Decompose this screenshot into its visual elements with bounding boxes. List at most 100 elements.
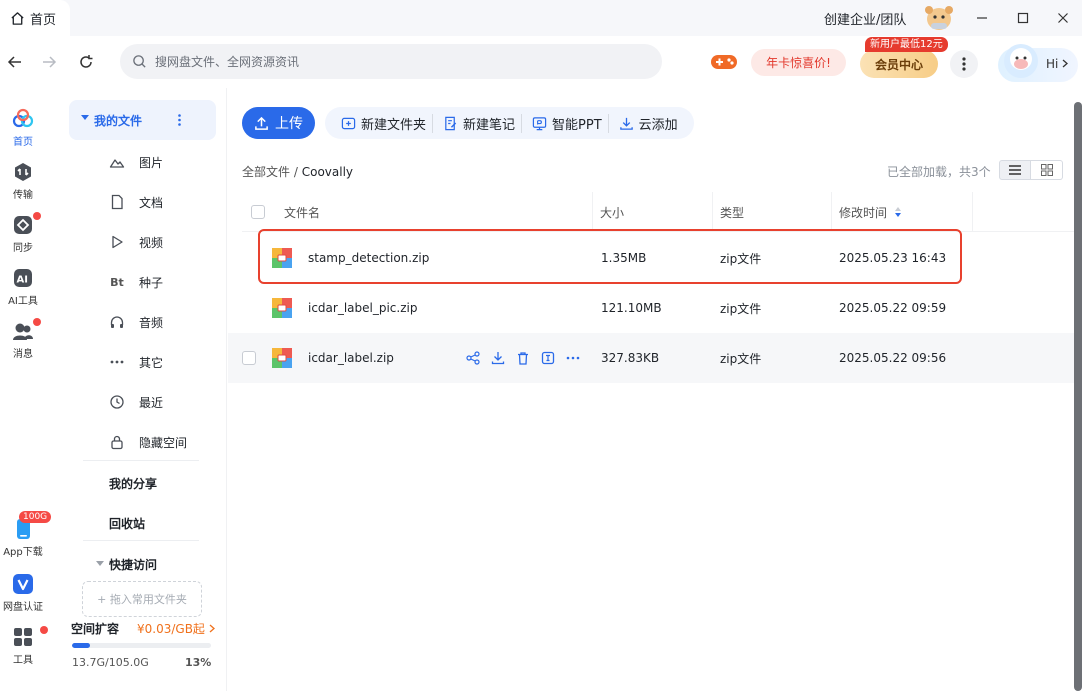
search-box[interactable] — [120, 44, 662, 79]
nav-item-hidden-space[interactable]: 隐藏空间 — [109, 432, 187, 452]
ai-icon: AI — [14, 269, 32, 287]
table-header: 文件名 大小 类型 修改时间 — [242, 192, 1074, 232]
user-profile[interactable]: Hi — [998, 44, 1078, 82]
nav-item-label: 图片 — [139, 155, 164, 170]
upload-button[interactable]: 上传 — [242, 107, 315, 139]
annual-card-promo[interactable]: 年卡惊喜价! — [751, 49, 846, 76]
new-folder-button[interactable]: 新建文件夹 — [335, 114, 432, 133]
grid-view-button[interactable] — [1031, 160, 1063, 180]
mascot-icon[interactable] — [923, 4, 955, 32]
nav-item-images[interactable]: 图片 — [109, 152, 163, 172]
rename-icon[interactable] — [541, 351, 555, 365]
document-icon — [109, 194, 125, 210]
storage-expand-price[interactable]: ¥0.03/GB起 — [137, 620, 215, 637]
rail-label: 同步 — [13, 243, 33, 254]
minimize-icon — [977, 17, 987, 19]
refresh-button[interactable] — [75, 51, 97, 73]
more-vertical-icon[interactable] — [178, 114, 181, 126]
column-header-name[interactable]: 文件名 — [284, 192, 320, 232]
create-team-link[interactable]: 创建企业/团队 — [824, 9, 906, 28]
rail-item-ai-tools[interactable]: AI AI工具 — [0, 267, 46, 307]
tab-home[interactable]: 首页 — [0, 0, 70, 36]
file-name[interactable]: stamp_detection.zip — [308, 233, 429, 283]
column-divider[interactable] — [712, 192, 713, 232]
rail-item-app-download[interactable]: App下载 100G — [0, 511, 52, 558]
list-view-button[interactable] — [999, 160, 1031, 180]
grid-icon — [1040, 164, 1053, 176]
gamepad-icon[interactable] — [710, 52, 738, 72]
load-status: 已全部加载，共3个 — [887, 165, 991, 179]
quick-access-drop-zone[interactable]: + 拖入常用文件夹 — [82, 581, 202, 617]
play-icon — [109, 234, 125, 250]
more-button[interactable] — [950, 50, 978, 78]
smart-ppt-button[interactable]: 智能PPT — [521, 113, 608, 133]
minimize-button[interactable] — [970, 6, 994, 30]
back-button[interactable] — [4, 51, 26, 73]
caret-down-icon — [81, 115, 89, 120]
nav-item-audio[interactable]: 音频 — [109, 312, 163, 332]
rail-item-home[interactable]: 首页 — [0, 108, 46, 148]
storage-used-text: 13.7G/105.0G — [72, 656, 149, 669]
rail-item-sync[interactable]: 同步 — [0, 212, 46, 254]
checkbox[interactable] — [251, 205, 265, 219]
column-divider[interactable] — [592, 192, 593, 232]
rail-item-tools[interactable]: 工具 — [0, 626, 48, 666]
nav-item-label: 音频 — [139, 315, 164, 330]
rail-item-verify[interactable]: 网盘认证 — [0, 573, 46, 613]
table-row[interactable]: stamp_detection.zip 1.35MB zip文件 2025.05… — [228, 233, 1074, 283]
vip-center-button[interactable]: 会员中心 — [860, 50, 938, 78]
search-input[interactable] — [155, 54, 635, 69]
left-rail: 首页 传输 同步 AI AI工具 消息 App下载 100G 网盘认证 工具 — [0, 88, 56, 691]
new-folder-label: 新建文件夹 — [361, 117, 427, 133]
more-horizontal-icon[interactable] — [566, 351, 580, 365]
table-row[interactable]: icdar_label.zip 327.83KB zip文件 2025.05.2… — [228, 333, 1074, 383]
trash-icon[interactable] — [516, 351, 530, 365]
row-actions — [466, 333, 580, 383]
nav-item-recycle-bin[interactable]: 回收站 — [109, 515, 145, 532]
column-header-size[interactable]: 大小 — [600, 192, 624, 232]
smart-ppt-label: 智能PPT — [552, 117, 602, 133]
divider — [83, 540, 199, 541]
scrollbar[interactable] — [1074, 102, 1082, 691]
storage-expand-title[interactable]: 空间扩容 — [71, 620, 119, 637]
column-divider[interactable] — [831, 192, 832, 232]
nav-item-videos[interactable]: 视频 — [109, 232, 163, 252]
column-header-type[interactable]: 类型 — [720, 192, 744, 232]
nav-item-label: 其它 — [139, 355, 164, 370]
file-type: zip文件 — [720, 251, 762, 266]
zip-archive-icon — [272, 348, 292, 368]
toolbar: 年卡惊喜价! 会员中心 新用户最低12元 Hi — [0, 36, 1082, 88]
close-button[interactable] — [1051, 6, 1075, 30]
nav-item-others[interactable]: 其它 — [109, 352, 163, 372]
forward-button[interactable] — [38, 51, 60, 73]
my-files-nav[interactable]: 我的文件 — [69, 100, 216, 140]
checkbox[interactable] — [242, 351, 256, 365]
rail-item-messages[interactable]: 消息 — [0, 318, 46, 360]
breadcrumb-root[interactable]: 全部文件 — [242, 165, 290, 179]
cloud-add-button[interactable]: 云添加 — [607, 113, 684, 133]
row-checkbox[interactable] — [242, 333, 256, 383]
rail-label: 网盘认证 — [3, 602, 43, 613]
nav-item-torrents[interactable]: Bt 种子 — [109, 272, 163, 292]
nav-item-my-share[interactable]: 我的分享 — [109, 475, 157, 492]
download-icon[interactable] — [491, 351, 505, 365]
rail-item-transfer[interactable]: 传输 — [0, 161, 46, 201]
share-icon[interactable] — [466, 351, 480, 365]
nav-item-label: 隐藏空间 — [139, 435, 188, 450]
new-note-button[interactable]: 新建笔记 — [432, 113, 521, 133]
upload-label: 上传 — [275, 116, 303, 132]
transfer-icon — [15, 163, 31, 181]
table-row[interactable]: icdar_label_pic.zip 121.10MB zip文件 2025.… — [228, 283, 1074, 333]
file-name[interactable]: icdar_label_pic.zip — [308, 283, 417, 333]
nav-item-documents[interactable]: 文档 — [109, 192, 163, 212]
caret-down-icon[interactable] — [96, 561, 104, 566]
view-toggle — [999, 160, 1063, 180]
column-divider[interactable] — [972, 192, 973, 232]
file-modified: 2025.05.23 16:43 — [839, 251, 947, 265]
nav-item-recent[interactable]: 最近 — [109, 392, 163, 412]
select-all-checkbox[interactable] — [251, 192, 265, 232]
quick-access-header[interactable]: 快捷访问 — [109, 556, 157, 573]
file-name[interactable]: icdar_label.zip — [308, 333, 394, 383]
maximize-button[interactable] — [1011, 6, 1035, 30]
column-header-modified[interactable]: 修改时间 — [839, 192, 902, 232]
